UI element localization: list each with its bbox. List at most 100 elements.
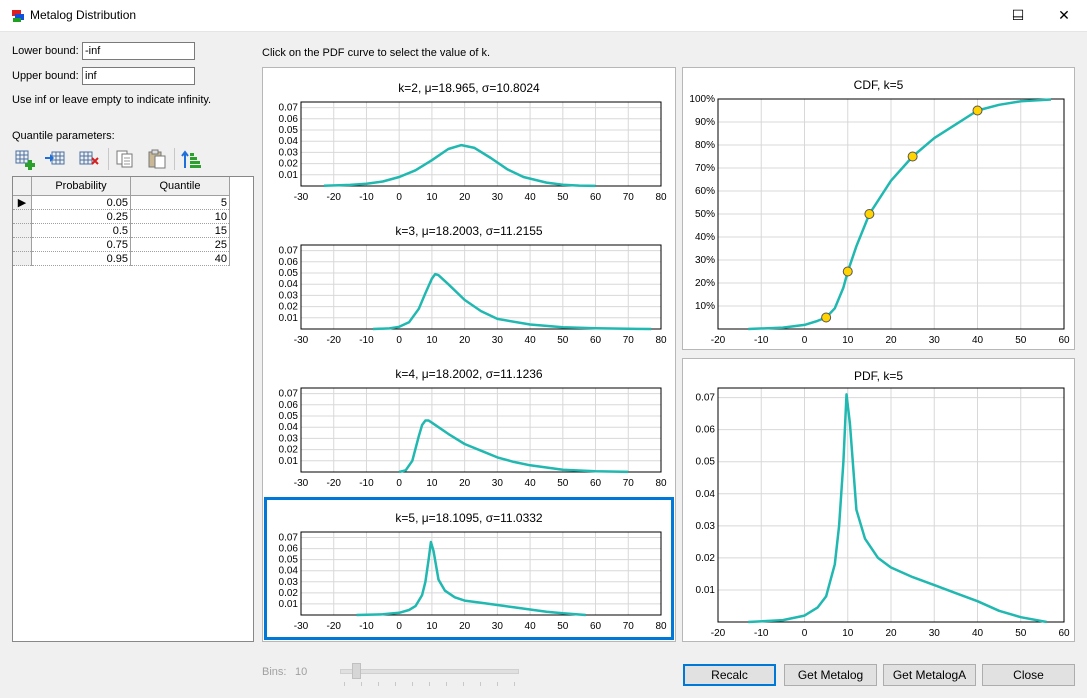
table-row[interactable]: ▶ 0.05 5 bbox=[13, 195, 230, 210]
y-tick-label: 20% bbox=[695, 278, 715, 289]
probability-cell[interactable]: 0.75 bbox=[31, 237, 131, 252]
x-tick-label: 0 bbox=[802, 628, 808, 639]
column-header-quantile[interactable]: Quantile bbox=[130, 177, 230, 196]
probability-cell[interactable]: 0.25 bbox=[31, 209, 131, 224]
x-tick-label: 10 bbox=[426, 192, 438, 203]
x-tick-label: 0 bbox=[396, 478, 402, 489]
window-title: Metalog Distribution bbox=[30, 8, 137, 22]
x-tick-label: 20 bbox=[459, 335, 471, 346]
insert-row-icon[interactable] bbox=[44, 148, 66, 170]
series-line bbox=[398, 419, 629, 474]
x-tick-label: 10 bbox=[842, 628, 854, 639]
toolbar-separator bbox=[108, 148, 109, 170]
quantile-table: Probability Quantile ▶ 0.05 5 0.25 10 0.… bbox=[13, 177, 230, 266]
y-tick-label: 0.07 bbox=[279, 246, 299, 257]
x-tick-label: -30 bbox=[294, 192, 309, 203]
x-tick-label: -10 bbox=[754, 335, 769, 346]
probability-cell[interactable]: 0.5 bbox=[31, 223, 131, 238]
row-header[interactable] bbox=[13, 223, 32, 238]
y-tick-label: 0.03 bbox=[279, 433, 299, 444]
row-header[interactable] bbox=[13, 237, 32, 252]
plot-frame bbox=[300, 387, 662, 473]
maximize-button[interactable]: ☐ bbox=[995, 0, 1041, 31]
lower-bound-input[interactable] bbox=[82, 42, 195, 60]
x-tick-label: -30 bbox=[294, 478, 309, 489]
quantile-cell[interactable]: 25 bbox=[130, 237, 230, 252]
x-tick-label: -10 bbox=[359, 192, 374, 203]
x-tick-label: 0 bbox=[396, 621, 402, 632]
chart-svg[interactable]: -30 -20 -10 0 10 20 30 40 50 60 70 800.010.020.030.… bbox=[264, 69, 674, 211]
row-header[interactable] bbox=[13, 209, 32, 224]
y-tick-label: 0.02 bbox=[279, 159, 299, 170]
x-tick-label: 50 bbox=[1015, 628, 1027, 639]
y-tick-label: 0.06 bbox=[279, 257, 299, 268]
x-tick-label: 80 bbox=[655, 192, 667, 203]
quantile-grid[interactable]: Probability Quantile ▶ 0.05 5 0.25 10 0.… bbox=[12, 176, 254, 642]
chart-k4[interactable]: k=4, μ=18.2002, σ=11.1236 -30 -20 -10 0 10 20… bbox=[264, 355, 674, 497]
upper-bound-input[interactable] bbox=[82, 67, 195, 85]
y-tick-label: 30% bbox=[695, 255, 715, 266]
close-button[interactable]: Close bbox=[982, 664, 1075, 686]
cdf-chart: CDF, k=5 -20 -10 0 10 20 30 40 50 60 10% 20% 30% 40%… bbox=[682, 67, 1075, 350]
series-line bbox=[748, 393, 1047, 624]
x-tick-label: 30 bbox=[492, 192, 504, 203]
row-header[interactable] bbox=[13, 251, 32, 266]
y-tick-label: 0.07 bbox=[696, 393, 716, 404]
chart-svg[interactable]: -30 -20 -10 0 10 20 30 40 50 60 70 800.010.020.030.… bbox=[264, 212, 674, 354]
x-tick-label: -20 bbox=[711, 628, 726, 639]
bins-label: Bins: bbox=[262, 666, 287, 678]
y-tick-label: 0.02 bbox=[696, 553, 716, 564]
y-tick-label: 40% bbox=[695, 232, 715, 243]
quantile-point bbox=[842, 266, 853, 277]
x-tick-label: -10 bbox=[359, 335, 374, 346]
quantile-cell[interactable]: 5 bbox=[130, 195, 230, 210]
delete-row-icon[interactable] bbox=[78, 148, 100, 170]
y-tick-label: 0.03 bbox=[696, 521, 716, 532]
copy-icon[interactable] bbox=[114, 148, 136, 170]
bins-slider-thumb[interactable] bbox=[352, 663, 361, 679]
get-metaloga-button[interactable]: Get MetalogA bbox=[883, 664, 976, 686]
y-tick-label: 0.01 bbox=[279, 456, 299, 467]
lower-bound-label: Lower bound: bbox=[12, 45, 79, 57]
x-tick-label: 40 bbox=[525, 478, 537, 489]
quantile-cell[interactable]: 15 bbox=[130, 223, 230, 238]
quantile-cell[interactable]: 40 bbox=[130, 251, 230, 266]
table-row[interactable]: 0.95 40 bbox=[13, 251, 230, 266]
x-tick-label: -20 bbox=[711, 335, 726, 346]
sort-icon[interactable] bbox=[180, 148, 202, 170]
probability-cell[interactable]: 0.95 bbox=[31, 251, 131, 266]
chart-svg[interactable]: -30 -20 -10 0 10 20 30 40 50 60 70 800.010.020.030.… bbox=[264, 355, 674, 497]
infinity-hint: Use inf or leave empty to indicate infin… bbox=[12, 94, 212, 106]
table-row[interactable]: 0.75 25 bbox=[13, 237, 230, 252]
x-tick-label: 70 bbox=[623, 192, 635, 203]
get-metalog-button[interactable]: Get Metalog bbox=[784, 664, 877, 686]
table-row[interactable]: 0.25 10 bbox=[13, 209, 230, 224]
table-row[interactable]: 0.5 15 bbox=[13, 223, 230, 238]
quantile-cell[interactable]: 10 bbox=[130, 209, 230, 224]
x-tick-label: 70 bbox=[623, 478, 635, 489]
chart-k5-selected[interactable]: k=5, μ=18.1095, σ=11.0332 -30 -20 -10 0 10 20… bbox=[264, 497, 674, 640]
chart-k2[interactable]: k=2, μ=18.965, σ=10.8024 -30 -20 -10 0 10 20 3… bbox=[264, 69, 674, 211]
close-window-button[interactable]: ✕ bbox=[1041, 0, 1087, 31]
x-tick-label: 0 bbox=[396, 335, 402, 346]
column-header-probability[interactable]: Probability bbox=[31, 177, 131, 196]
y-tick-label: 50% bbox=[695, 209, 715, 220]
add-row-icon[interactable] bbox=[14, 148, 36, 170]
plot-frame bbox=[300, 101, 662, 187]
x-tick-label: 20 bbox=[885, 628, 897, 639]
x-tick-label: 30 bbox=[929, 335, 941, 346]
probability-cell[interactable]: 0.05 bbox=[31, 195, 131, 210]
y-tick-label: 0.05 bbox=[279, 555, 299, 566]
app-icon bbox=[12, 10, 24, 22]
x-tick-label: 70 bbox=[623, 335, 635, 346]
paste-icon[interactable] bbox=[146, 148, 168, 170]
chart-k3[interactable]: k=3, μ=18.2003, σ=11.2155 -30 -20 -10 0 10 20… bbox=[264, 212, 674, 354]
y-tick-label: 0.03 bbox=[279, 147, 299, 158]
x-tick-label: -30 bbox=[294, 621, 309, 632]
y-tick-label: 0.03 bbox=[279, 290, 299, 301]
recalc-button[interactable]: Recalc bbox=[683, 664, 776, 686]
chart-svg[interactable]: -30 -20 -10 0 10 20 30 40 50 60 70 800.010.020.030.… bbox=[267, 500, 671, 637]
bins-slider-track[interactable] bbox=[340, 669, 519, 674]
y-tick-label: 0.01 bbox=[696, 585, 716, 596]
y-tick-label: 0.04 bbox=[279, 422, 299, 433]
